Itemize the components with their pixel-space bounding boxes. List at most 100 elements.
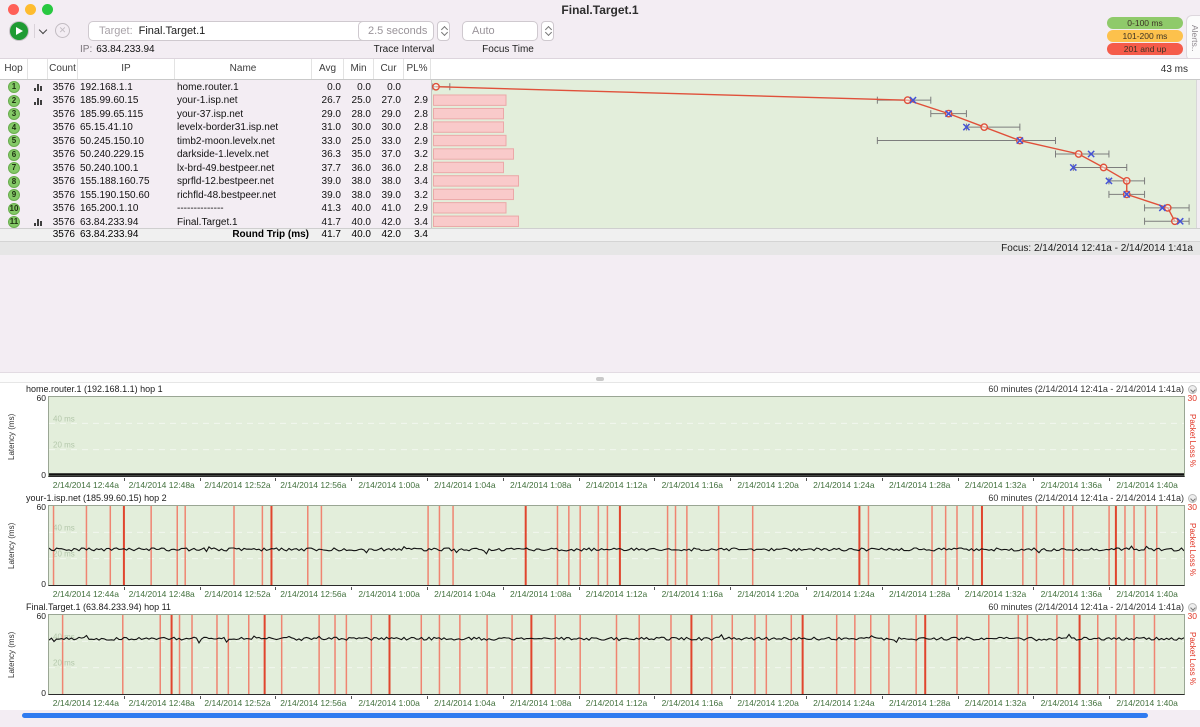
- hop-avg: 39.0: [312, 175, 344, 189]
- y-axis-label: Latency (ms): [7, 510, 16, 582]
- tick-mark: [124, 696, 125, 699]
- trace-plot[interactable]: [431, 80, 1197, 228]
- time-tick-label: 2/14/2014 1:36a: [1041, 698, 1102, 708]
- time-tick-label: 2/14/2014 12:52a: [204, 589, 270, 599]
- toolbar: ✕ Target:Final.Target.1 IP:63.84.233.94 …: [0, 18, 1200, 58]
- horizontal-scrollbar[interactable]: [22, 713, 1148, 718]
- alerts-tab[interactable]: Alerts..: [1186, 15, 1200, 61]
- hop-number-badge: 9: [8, 189, 20, 201]
- graph-title: your-1.isp.net (185.99.60.15) hop 2: [26, 493, 167, 503]
- chevron-down-icon[interactable]: [39, 26, 47, 34]
- hop-cur: 42.0: [374, 215, 404, 229]
- target-value: Final.Target.1: [133, 25, 206, 37]
- time-tick-label: 2/14/2014 1:24a: [813, 698, 874, 708]
- table-row[interactable]: 23576185.99.60.15your-1.isp.net26.725.02…: [0, 94, 431, 108]
- column-header-Name[interactable]: Name: [175, 59, 312, 79]
- hop-number-badge: 11: [8, 216, 20, 228]
- tick-mark: [1109, 478, 1110, 481]
- pane-splitter[interactable]: [0, 372, 1200, 383]
- right-axis-max: 30: [1188, 393, 1197, 403]
- tick-mark: [882, 587, 883, 590]
- table-row[interactable]: 83576155.188.160.75sprfld-12.bestpeer.ne…: [0, 175, 431, 189]
- time-tick-label: 2/14/2014 12:44a: [53, 589, 119, 599]
- start-trace-button[interactable]: [10, 22, 28, 40]
- trace-interval-input[interactable]: 2.5 seconds: [358, 21, 434, 41]
- stop-trace-button[interactable]: ✕: [55, 23, 70, 38]
- hop-number-badge: 6: [8, 149, 20, 161]
- hop-ip: 165.200.1.10: [78, 202, 175, 216]
- column-header-Hop[interactable]: Hop: [0, 59, 28, 79]
- time-tick-label: 2/14/2014 12:44a: [53, 698, 119, 708]
- tick-mark: [1033, 696, 1034, 699]
- graph-plot-area[interactable]: 40 ms20 ms: [48, 505, 1185, 586]
- hop-ip: 155.190.150.60: [78, 188, 175, 202]
- tick-mark: [579, 587, 580, 590]
- hop-min: 35.0: [344, 148, 374, 162]
- time-tick-label: 2/14/2014 1:04a: [434, 589, 495, 599]
- time-tick-label: 2/14/2014 1:08a: [510, 480, 571, 490]
- graph-title: home.router.1 (192.168.1.1) hop 1: [26, 384, 163, 394]
- tick-mark: [654, 478, 655, 481]
- hop-pl: 3.4: [404, 215, 431, 229]
- table-row[interactable]: 103576165.200.1.10--------------41.340.0…: [0, 202, 431, 216]
- hop-count: 3576: [48, 94, 78, 108]
- table-row[interactable]: 6357650.240.229.15darkside-1.levelx.net3…: [0, 148, 431, 162]
- column-header-Count[interactable]: Count: [48, 59, 78, 79]
- timeline-graph-2[interactable]: Final.Target.1 (63.84.233.94) hop 1160 m…: [0, 601, 1200, 710]
- tick-mark: [503, 478, 504, 481]
- hop-count: 3576: [48, 188, 78, 202]
- column-header-Min[interactable]: Min: [344, 59, 374, 79]
- hop-number-badge: 4: [8, 122, 20, 134]
- y-axis-max: 60: [33, 611, 46, 621]
- hop-ip: 185.99.65.115: [78, 107, 175, 121]
- tick-mark: [730, 587, 731, 590]
- trace-interval-stepper[interactable]: [437, 21, 450, 41]
- column-header-Avg[interactable]: Avg: [312, 59, 344, 79]
- hop-min: 25.0: [344, 94, 374, 108]
- graph-shown-icon: [34, 97, 43, 105]
- focus-time-input[interactable]: Auto: [462, 21, 538, 41]
- table-row[interactable]: 11357663.84.233.94Final.Target.141.740.0…: [0, 215, 431, 229]
- table-row[interactable]: 7357650.240.100.1lx-brd-49.bestpeer.net3…: [0, 161, 431, 175]
- column-header-IP[interactable]: IP: [78, 59, 175, 79]
- hop-cur: 33.0: [374, 134, 404, 148]
- titlebar: Final.Target.1: [0, 0, 1200, 18]
- time-tick-label: 2/14/2014 1:36a: [1041, 480, 1102, 490]
- time-tick-label: 2/14/2014 1:32a: [965, 698, 1026, 708]
- play-icon: [16, 27, 23, 35]
- time-axis: 2/14/2014 12:44a2/14/2014 12:48a2/14/201…: [48, 696, 1185, 710]
- hop-ip: 50.240.100.1: [78, 161, 175, 175]
- hop-avg: 41.7: [312, 215, 344, 229]
- hop-ip: 50.245.150.10: [78, 134, 175, 148]
- hop-ip: 65.15.41.10: [78, 121, 175, 135]
- focus-time-stepper[interactable]: [541, 21, 554, 41]
- hop-avg: 41.3: [312, 202, 344, 216]
- table-row[interactable]: 5357650.245.150.10timb2-moon.levelx.net3…: [0, 134, 431, 148]
- time-tick-label: 2/14/2014 1:40a: [1116, 480, 1177, 490]
- time-tick-label: 2/14/2014 1:24a: [813, 480, 874, 490]
- graph-plot-area[interactable]: 40 ms20 ms: [48, 614, 1185, 695]
- column-header-Cur[interactable]: Cur: [374, 59, 404, 79]
- hop-avg: 26.7: [312, 94, 344, 108]
- target-input[interactable]: Target:Final.Target.1: [88, 21, 392, 41]
- hop-name: richfld-48.bestpeer.net: [175, 188, 312, 202]
- table-row[interactable]: 33576185.99.65.115your-37.isp.net29.028.…: [0, 107, 431, 121]
- time-tick-label: 2/14/2014 1:40a: [1116, 589, 1177, 599]
- time-tick-label: 2/14/2014 1:04a: [434, 480, 495, 490]
- hop-name: Final.Target.1: [175, 215, 312, 229]
- table-row[interactable]: 4357665.15.41.10levelx-border31.isp.net3…: [0, 121, 431, 135]
- hop-count: 3576: [48, 215, 78, 229]
- column-header-PL%[interactable]: PL%: [404, 59, 431, 79]
- graph-plot-area[interactable]: 40 ms20 ms: [48, 396, 1185, 477]
- timeline-graph-1[interactable]: your-1.isp.net (185.99.60.15) hop 260 mi…: [0, 492, 1200, 601]
- time-tick-label: 2/14/2014 12:56a: [280, 589, 346, 599]
- tick-mark: [351, 587, 352, 590]
- column-header-icon[interactable]: [28, 59, 48, 79]
- table-row[interactable]: 13576192.168.1.1home.router.10.00.00.0: [0, 80, 431, 94]
- table-row[interactable]: 9 3576155.190.150.60richfld-48.bestpeer.n…: [0, 188, 431, 202]
- hop-pl: 2.8: [404, 121, 431, 135]
- round-trip-label: Round Trip (ms): [175, 229, 312, 241]
- tick-mark: [1033, 587, 1034, 590]
- tick-mark: [806, 478, 807, 481]
- timeline-graph-0[interactable]: home.router.1 (192.168.1.1) hop 160 minu…: [0, 383, 1200, 492]
